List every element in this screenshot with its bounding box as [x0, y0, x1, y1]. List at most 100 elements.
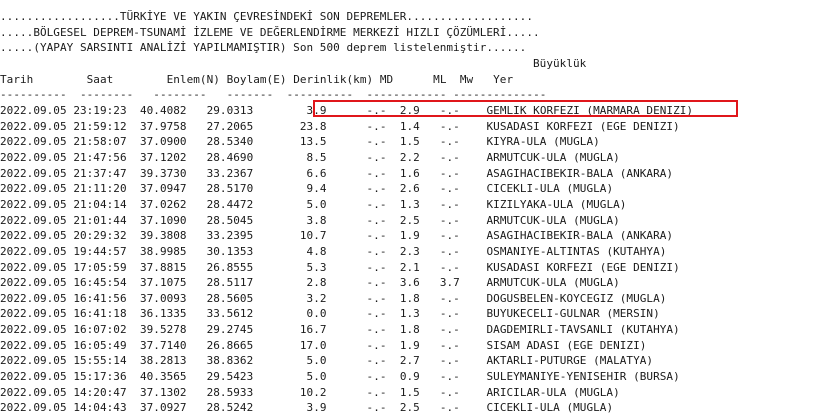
cell-mw: -.- — [439, 229, 460, 243]
cell-date: 2022.09.05 — [0, 307, 67, 321]
table-row: 2022.09.05 19:44:57 38.9985 30.1353 4.8 … — [0, 244, 693, 260]
cell-md: -.- — [366, 307, 387, 321]
cell-ml: 2.1 — [399, 260, 420, 274]
separator: -------- — [79, 88, 134, 102]
cell-latitude: 38.9985 — [139, 244, 187, 258]
cell-latitude: 37.0947 — [139, 182, 187, 196]
col-lat: Enlem(N) — [166, 72, 220, 86]
earthquake-rows: 2022.09.05 23:19:23 40.4082 29.0313 3.9 … — [0, 103, 693, 416]
cell-depth: 10.2 — [299, 385, 327, 399]
cell-longitude: 30.1353 — [206, 244, 254, 258]
cell-mw: -.- — [439, 213, 460, 227]
cell-depth: 17.0 — [299, 338, 327, 352]
cell-mw: -.- — [439, 166, 460, 180]
table-row: 2022.09.05 16:05:49 37.7140 26.8665 17.0… — [0, 338, 693, 354]
cell-mw: -.- — [439, 401, 460, 415]
column-header-row: Tarih Saat Enlem(N) Boylam(E) Derinlik(k… — [0, 72, 693, 88]
cell-latitude: 37.1090 — [139, 213, 187, 227]
cell-location: ARMUTCUK-ULA (MUGLA) — [486, 276, 620, 290]
cell-location: ARMUTCUK-ULA (MUGLA) — [486, 213, 620, 227]
table-row: 2022.09.05 16:45:54 37.1075 28.5117 2.8 … — [0, 275, 693, 291]
cell-depth: 6.6 — [306, 166, 327, 180]
cell-ml: 3.6 — [399, 276, 420, 290]
cell-md: -.- — [366, 385, 387, 399]
cell-mw: -.- — [439, 370, 460, 384]
cell-time: 19:44:57 — [73, 244, 127, 258]
col-time: Saat — [86, 72, 140, 86]
cell-location: KUSADASI KORFEZI (EGE DENIZI) — [486, 119, 680, 133]
cell-mw: -.- — [439, 244, 460, 258]
cell-ml: 1.3 — [399, 307, 420, 321]
cell-depth: 9.4 — [306, 182, 327, 196]
cell-mw: -.- — [439, 103, 460, 117]
table-row: 2022.09.05 21:04:14 37.0262 28.4472 5.0 … — [0, 197, 693, 213]
cell-date: 2022.09.05 — [0, 135, 67, 149]
cell-ml: 2.5 — [399, 401, 420, 415]
cell-time: 21:11:20 — [73, 182, 127, 196]
table-row: 2022.09.05 21:59:12 37.9758 27.2065 23.8… — [0, 119, 693, 135]
table-row: 2022.09.05 15:55:14 38.2813 38.8362 5.0 … — [0, 353, 693, 369]
cell-latitude: 38.2813 — [139, 354, 187, 368]
cell-ml: 2.5 — [399, 213, 420, 227]
cell-date: 2022.09.05 — [0, 385, 67, 399]
cell-depth: 5.0 — [306, 197, 327, 211]
cell-ml: 0.9 — [399, 370, 420, 384]
separator: ------------ — [366, 88, 447, 102]
cell-latitude: 37.0900 — [139, 135, 187, 149]
cell-latitude: 36.1335 — [139, 307, 187, 321]
cell-longitude: 28.5242 — [206, 401, 254, 415]
cell-latitude: 37.9758 — [139, 119, 187, 133]
cell-ml: 2.2 — [399, 150, 420, 164]
cell-depth: 3.2 — [306, 291, 327, 305]
cell-mw: -.- — [439, 385, 460, 399]
cell-location: ASAGIHACIBEKIR-BALA (ANKARA) — [486, 166, 674, 180]
cell-depth: 8.5 — [306, 150, 327, 164]
header-line-2: .....BÖLGESEL DEPREM-TSUNAMİ İZLEME VE D… — [0, 25, 540, 39]
cell-date: 2022.09.05 — [0, 197, 67, 211]
cell-ml: 1.8 — [399, 291, 420, 305]
cell-mw: 3.7 — [439, 276, 460, 290]
cell-md: -.- — [366, 260, 387, 274]
cell-time: 21:01:44 — [73, 213, 127, 227]
cell-latitude: 40.4082 — [139, 103, 187, 117]
cell-location: KIYRA-ULA (MUGLA) — [486, 135, 600, 149]
cell-location: ASAGIHACIBEKIR-BALA (ANKARA) — [486, 229, 674, 243]
cell-latitude: 37.8815 — [139, 260, 187, 274]
cell-longitude: 33.2395 — [206, 229, 254, 243]
cell-longitude: 28.5170 — [206, 182, 254, 196]
cell-longitude: 29.0313 — [206, 103, 254, 117]
table-row: 2022.09.05 21:11:20 37.0947 28.5170 9.4 … — [0, 181, 693, 197]
cell-date: 2022.09.05 — [0, 244, 67, 258]
cell-longitude: 26.8555 — [206, 260, 254, 274]
cell-time: 21:47:56 — [73, 150, 127, 164]
cell-longitude: 28.5933 — [206, 385, 254, 399]
cell-location: CICEKLI-ULA (MUGLA) — [486, 401, 614, 415]
cell-date: 2022.09.05 — [0, 103, 67, 117]
magnitude-group-label: Büyüklük — [533, 56, 587, 70]
cell-time: 20:29:32 — [73, 229, 127, 243]
cell-md: -.- — [366, 291, 387, 305]
cell-mw: -.- — [439, 338, 460, 352]
cell-md: -.- — [366, 135, 387, 149]
cell-ml: 1.5 — [399, 385, 420, 399]
cell-date: 2022.09.05 — [0, 119, 67, 133]
cell-longitude: 26.8665 — [206, 338, 254, 352]
table-row: 2022.09.05 14:04:43 37.0927 28.5242 3.9 … — [0, 400, 693, 416]
cell-md: -.- — [366, 229, 387, 243]
cell-depth: 16.7 — [299, 323, 327, 337]
table-row: 2022.09.05 16:07:02 39.5278 29.2745 16.7… — [0, 322, 693, 338]
col-date: Tarih — [0, 72, 74, 86]
cell-longitude: 28.5045 — [206, 213, 254, 227]
cell-latitude: 37.7140 — [139, 338, 187, 352]
table-row: 2022.09.05 16:41:18 36.1335 33.5612 0.0 … — [0, 306, 693, 322]
cell-mw: -.- — [439, 307, 460, 321]
cell-md: -.- — [366, 197, 387, 211]
table-row: 2022.09.05 21:01:44 37.1090 28.5045 3.8 … — [0, 213, 693, 229]
table-row: 2022.09.05 17:05:59 37.8815 26.8555 5.3 … — [0, 260, 693, 276]
cell-latitude: 37.0262 — [139, 197, 187, 211]
cell-date: 2022.09.05 — [0, 182, 67, 196]
cell-time: 21:58:07 — [73, 135, 127, 149]
col-lon: Boylam(E) — [226, 72, 287, 86]
table-row: 2022.09.05 14:20:47 37.1302 28.5933 10.2… — [0, 385, 693, 401]
cell-location: ARMUTCUK-ULA (MUGLA) — [486, 150, 620, 164]
